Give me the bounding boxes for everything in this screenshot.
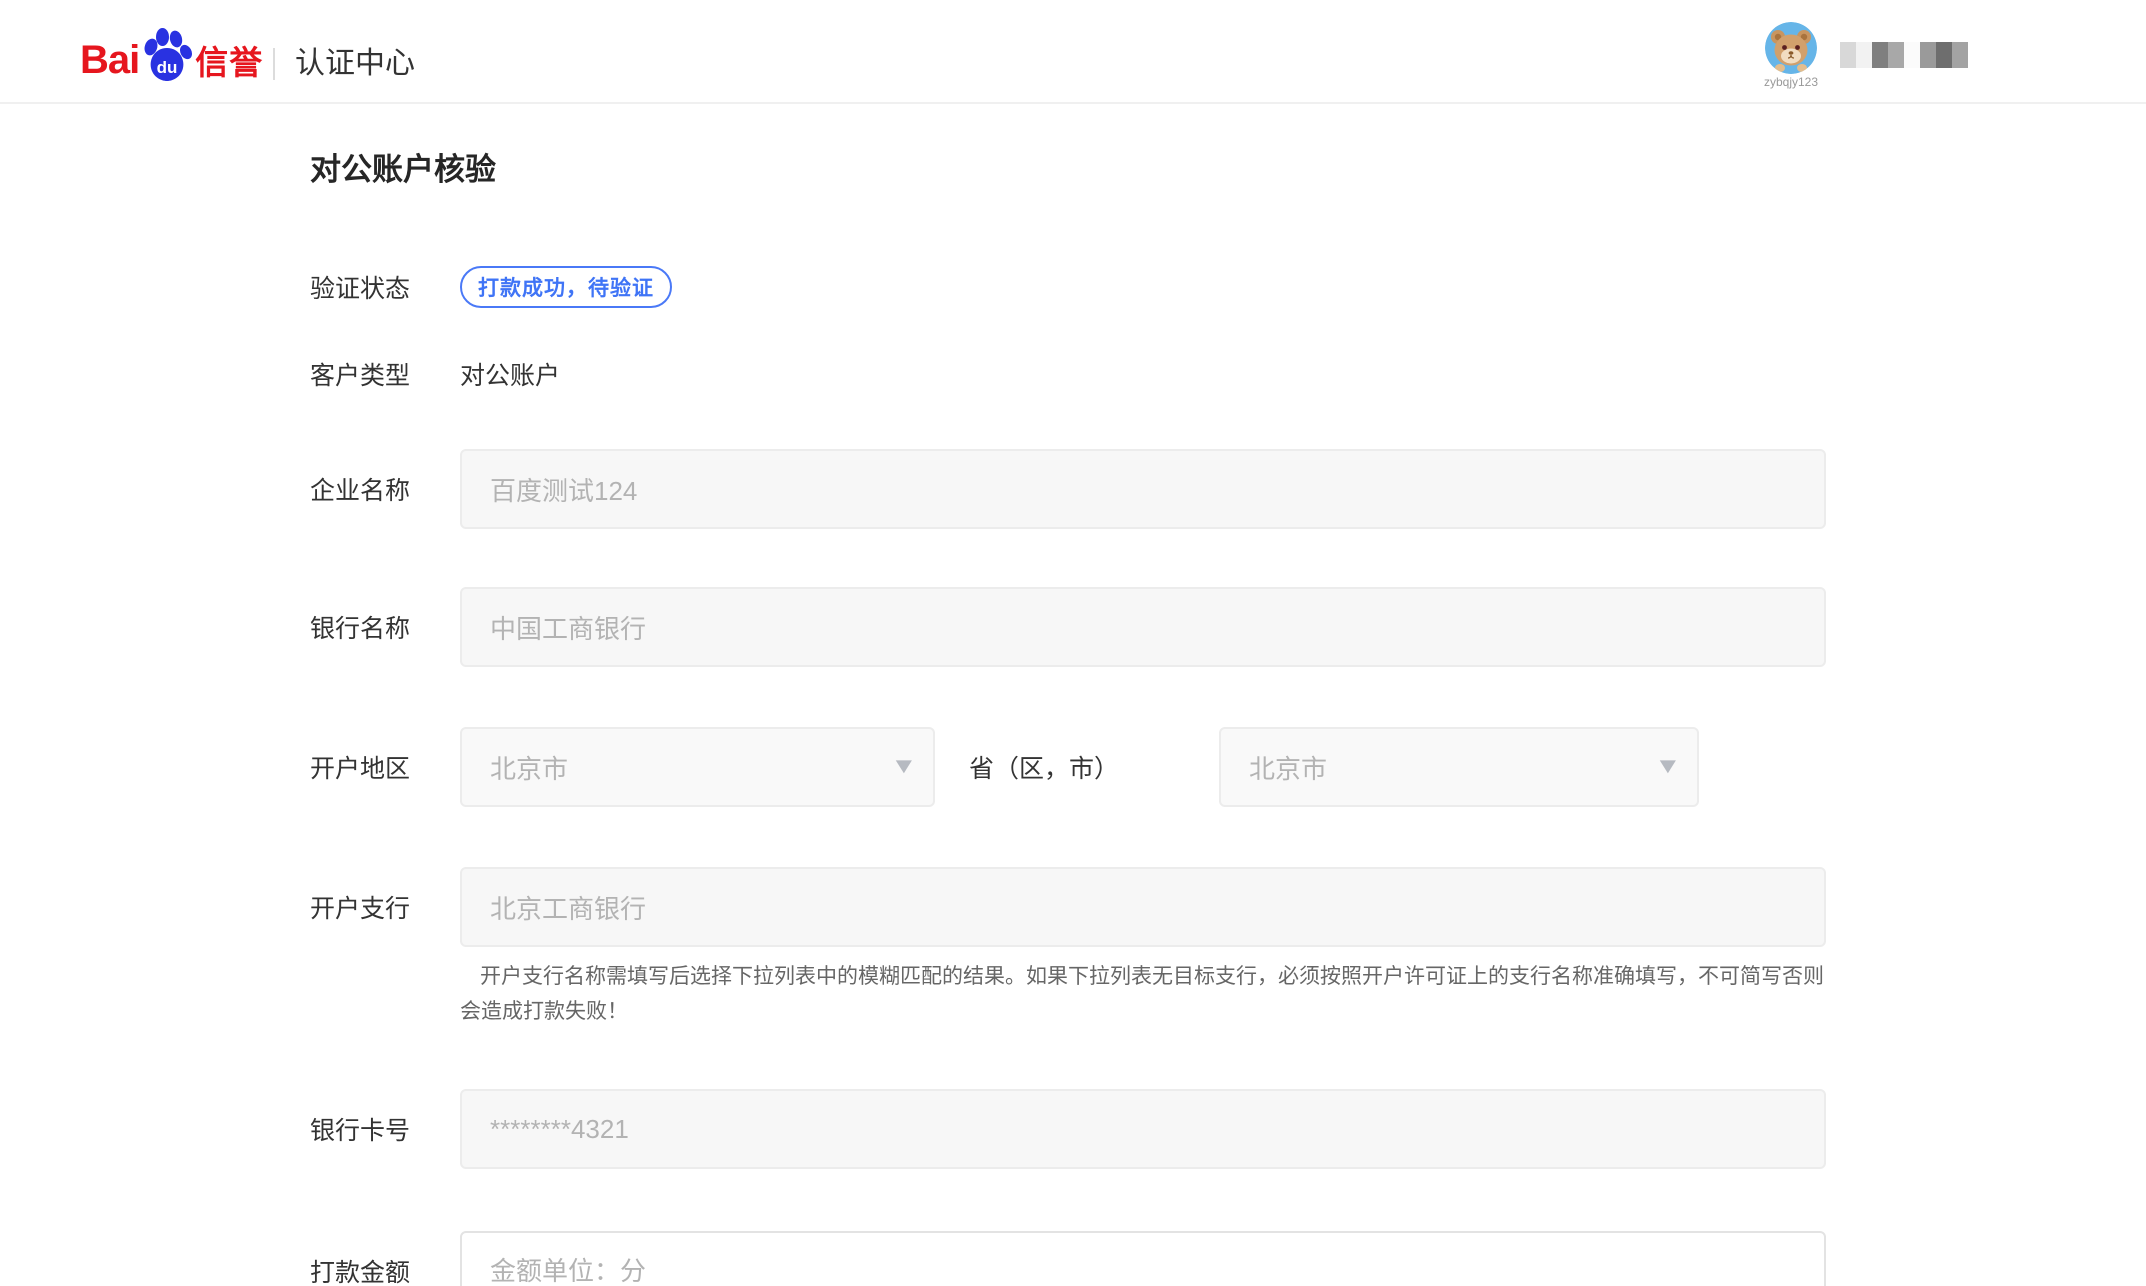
user-menu[interactable]: zybqjy123: [1762, 22, 1820, 89]
avatar[interactable]: [1765, 22, 1817, 74]
status-badge: 打款成功，待验证: [460, 266, 672, 308]
chevron-down-icon: ▼: [890, 755, 917, 777]
account-verification-form: 对公账户核验 验证状态 打款成功，待验证 客户类型 对公账户 企业名称 银行名称…: [310, 104, 1830, 1286]
header: Bai du 信誉 认证中心 zybqjy123: [0, 0, 2146, 104]
redacted-user-info: [1840, 42, 1968, 68]
redacted-block: [1840, 42, 1856, 68]
company-name-field: [460, 449, 1826, 529]
city-select[interactable]: 北京市 ▼: [1219, 727, 1699, 807]
province-select[interactable]: 北京市 ▼: [460, 727, 935, 807]
amount-input[interactable]: [460, 1231, 1826, 1286]
customer-type-row: 客户类型 对公账户: [310, 356, 1830, 392]
logo-bai-text: Bai: [80, 40, 139, 82]
verify-status-label: 验证状态: [310, 269, 460, 305]
bank-name-row: 银行名称: [310, 587, 1830, 667]
redacted-block: [1936, 42, 1952, 68]
baidu-xinyu-logo[interactable]: Bai du 信誉: [80, 22, 263, 82]
bank-name-label: 银行名称: [310, 609, 460, 645]
card-number-label: 银行卡号: [310, 1111, 460, 1147]
verify-status-row: 验证状态 打款成功，待验证: [310, 266, 1830, 308]
city-select-value: 北京市: [1249, 749, 1327, 786]
redacted-block: [1952, 42, 1968, 68]
redacted-block: [1872, 42, 1888, 68]
redacted-block: [1920, 42, 1936, 68]
region-middle-label: 省（区，市）: [969, 749, 1119, 785]
header-divider: [273, 48, 275, 80]
card-number-field: [460, 1089, 1826, 1169]
redacted-block: [1856, 42, 1872, 68]
amount-row: 打款金额: [310, 1231, 1830, 1286]
site-title: 认证中心: [295, 48, 415, 80]
chevron-down-icon: ▼: [1655, 755, 1682, 777]
logo-brand-cn: 信誉: [195, 46, 263, 82]
username-label: zybqjy123: [1762, 76, 1820, 89]
customer-type-label: 客户类型: [310, 356, 460, 392]
card-number-row: 银行卡号: [310, 1089, 1830, 1169]
amount-label: 打款金额: [310, 1253, 460, 1286]
redacted-block: [1888, 42, 1904, 68]
redacted-block: [1904, 42, 1920, 68]
page-title: 对公账户核验: [310, 104, 1830, 189]
baidu-paw-icon: du: [141, 26, 193, 82]
province-select-value: 北京市: [490, 749, 568, 786]
company-name-row: 企业名称: [310, 449, 1830, 529]
branch-hint-text: 开户支行名称需填写后选择下拉列表中的模糊匹配的结果。如果下拉列表无目标支行，必须…: [310, 959, 1830, 1029]
customer-type-value: 对公账户: [460, 356, 560, 392]
branch-row: 开户支行: [310, 867, 1830, 947]
region-label: 开户地区: [310, 749, 460, 785]
branch-field: [460, 867, 1826, 947]
branch-label: 开户支行: [310, 889, 460, 925]
bank-name-field: [460, 587, 1826, 667]
company-name-label: 企业名称: [310, 471, 460, 507]
logo-du-text: du: [157, 58, 178, 77]
region-row: 开户地区 北京市 ▼ 省（区，市） 北京市 ▼: [310, 727, 1830, 807]
